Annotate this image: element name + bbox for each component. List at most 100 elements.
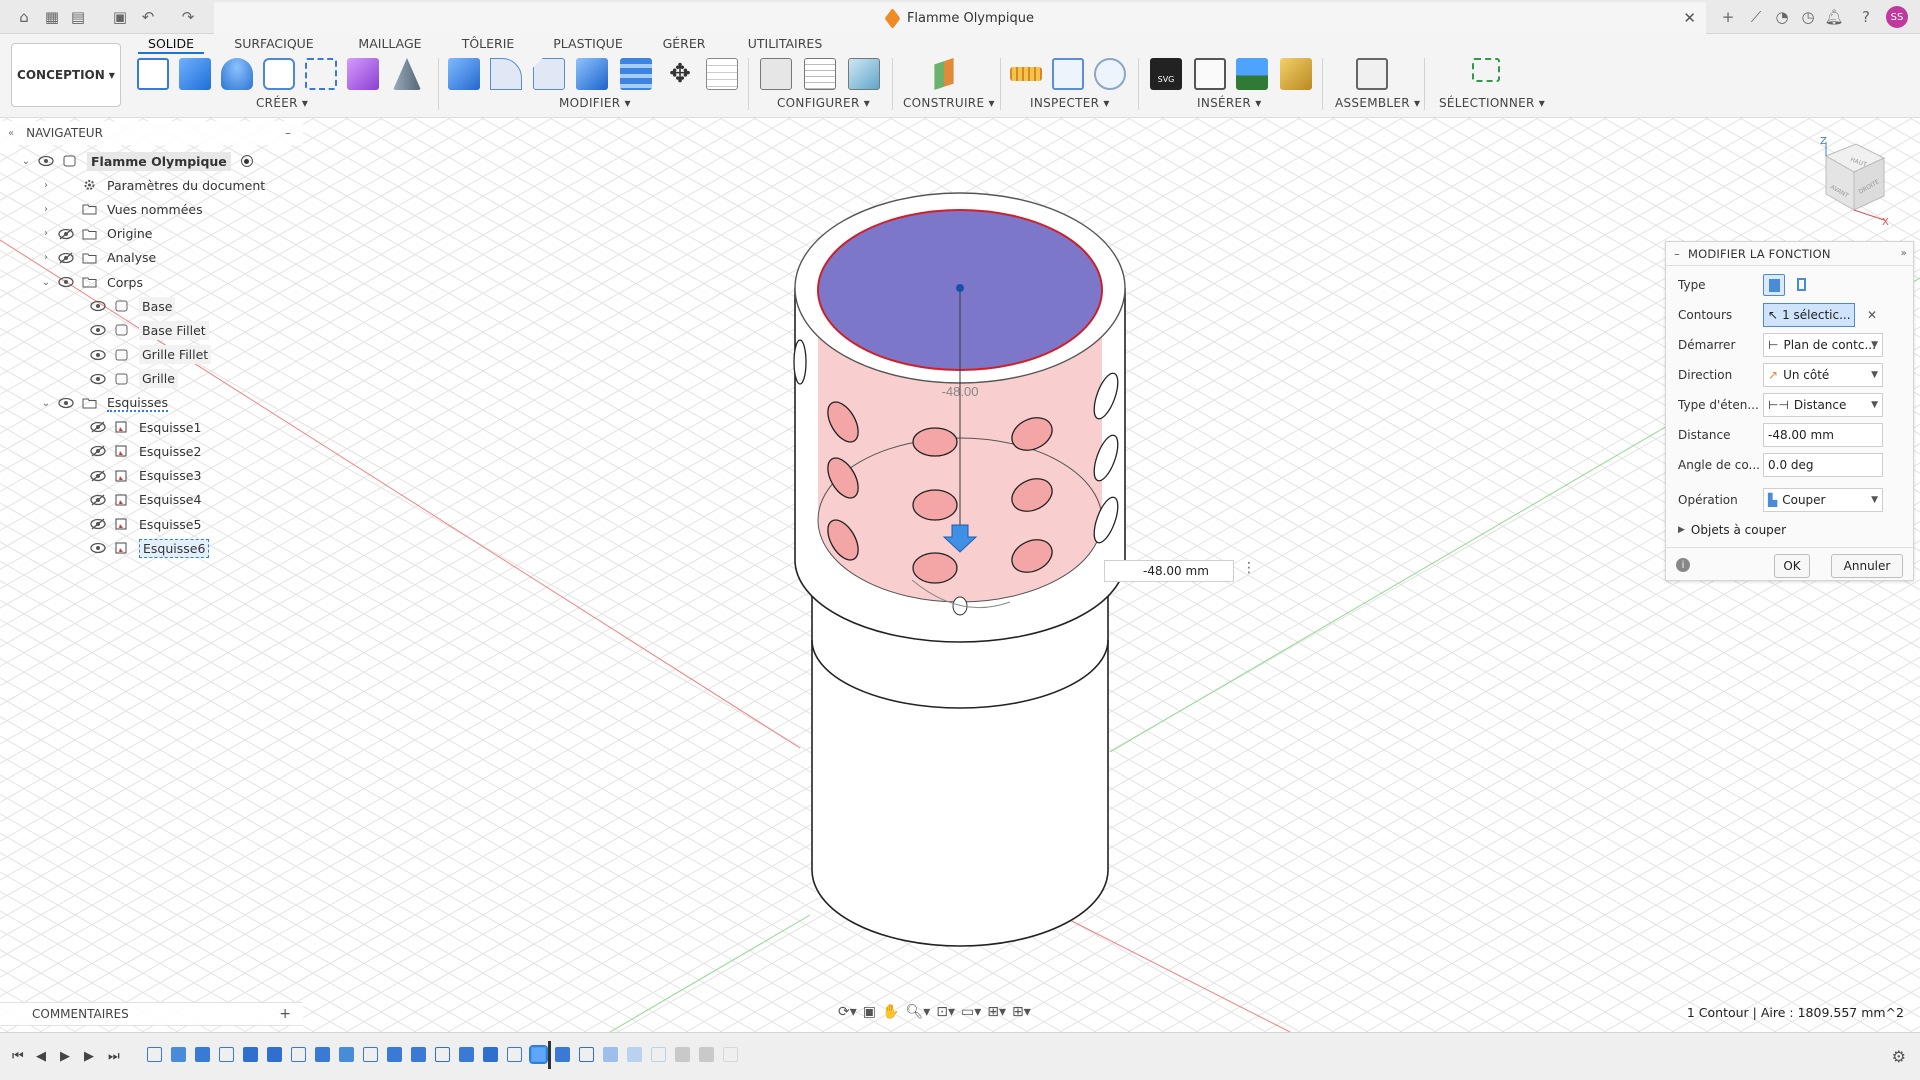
viewcube[interactable]: Z X HAUT AVANT DROITE [1808,134,1892,226]
timeline-feature-icon[interactable] [291,1047,306,1062]
visibility-eye-icon[interactable] [90,470,108,482]
navigator-item[interactable]: › Origine [40,222,152,246]
timeline-feature-icon[interactable] [579,1047,594,1062]
tab-solide[interactable]: SOLIDE [138,34,204,54]
group-selectionner[interactable]: SÉLECTIONNER ▾ [1439,96,1545,110]
expand-chevron-icon[interactable]: › [40,252,52,263]
group-configurer[interactable]: CONFIGURER ▾ [777,96,870,110]
timeline-feature-icon[interactable] [315,1047,330,1062]
navigator-item[interactable]: › Analyse [40,246,156,270]
clock-icon[interactable]: ◷ [1798,7,1818,27]
add-comment-icon[interactable]: + [279,1006,291,1022]
operation-dropdown[interactable]: ▙ Couper ▼ [1763,488,1883,512]
look-at-icon[interactable]: ▣ [863,1004,876,1020]
shell-icon[interactable] [576,58,608,90]
home-icon[interactable]: ⌂ [14,7,34,27]
more-options-icon[interactable]: ⋮ [1242,560,1256,576]
tab-gerer[interactable]: GÉRER [658,34,710,54]
expand-chevron-icon[interactable]: › [40,180,52,191]
timeline-prev-icon[interactable]: ◀ [36,1049,46,1064]
grid-settings-icon[interactable]: ⊞▾ [987,1004,1006,1020]
navigator-item[interactable]: › Paramètres du document [40,173,265,197]
insert-derive-icon[interactable] [1194,58,1226,90]
workspace-switcher[interactable]: CONCEPTION ▼ [11,43,121,107]
timeline-feature-icon[interactable] [363,1047,378,1062]
timeline-feature-icon[interactable] [411,1047,426,1062]
expand-objects-icon[interactable]: ▶ [1678,525,1685,535]
timeline-feature-icon[interactable] [555,1047,570,1062]
fit-icon[interactable]: ⊡▾ [936,1004,955,1020]
timeline-feature-icon[interactable] [627,1047,642,1062]
group-assembler[interactable]: ASSEMBLER ▾ [1335,96,1420,110]
navigator-item[interactable]: Esquisse6 [84,536,210,560]
configuration-table-icon[interactable] [804,58,836,90]
viewports-icon[interactable]: ⊞▾ [1012,1004,1031,1020]
info-icon[interactable]: i [1676,558,1690,572]
timeline-feature-icon[interactable] [195,1047,210,1062]
timeline-feature-icon[interactable] [171,1047,186,1062]
expand-chevron-icon[interactable]: ⌄ [40,277,52,288]
extrude-icon[interactable] [179,58,211,90]
navigator-item[interactable]: Esquisse3 [84,464,201,488]
collapse-panel-icon[interactable]: « [8,128,14,139]
timeline-marker[interactable] [548,1041,551,1069]
timeline-feature-icon[interactable] [723,1047,738,1062]
apps-grid-icon[interactable]: ▦ [42,7,62,27]
orbit-icon[interactable]: ⟳▾ [838,1004,857,1020]
timeline-play-icon[interactable]: ▶ [60,1049,70,1064]
timeline-feature-icon[interactable] [147,1047,162,1062]
create-form-icon[interactable] [347,58,379,90]
cancel-button[interactable]: Annuler [1831,554,1903,578]
expand-chevron-icon[interactable]: › [40,204,52,215]
display-settings-icon[interactable]: ▭▾ [961,1004,981,1020]
distance-input[interactable]: -48.00 mm [1763,423,1883,447]
tab-plastique[interactable]: PLASTIQUE [548,34,628,54]
timeline-feature-icon[interactable] [675,1047,690,1062]
move-icon[interactable]: ✥ [664,58,696,90]
extensions-icon[interactable]: ⟋ [1746,7,1766,27]
timeline-feature-icon[interactable] [507,1047,522,1062]
help-icon[interactable]: ? [1856,7,1876,27]
objects-to-cut-row[interactable]: ▶ Objets à couper [1678,517,1904,543]
timeline-feature-icon[interactable] [529,1045,548,1064]
timeline-feature-icon[interactable] [243,1047,258,1062]
contours-selection[interactable]: ↖ 1 sélectic... [1763,303,1855,327]
canvas-viewport[interactable]: -48.00 Z X HAUT AVANT DROITE -48.00 mm ⋮ [0,118,1920,1032]
job-status-icon[interactable]: ◔ [1772,7,1792,27]
document-tab[interactable]: Flamme Olympique ✕ [214,2,1706,34]
visibility-eye-icon[interactable] [90,324,108,336]
fillet-icon[interactable] [490,58,522,90]
visibility-eye-icon[interactable] [90,300,108,312]
hole-icon[interactable] [263,58,295,90]
insert-svg-icon[interactable]: SVG [1150,58,1182,90]
tab-tolerie[interactable]: TÔLERIE [456,34,520,54]
timeline-feature-icon[interactable] [483,1047,498,1062]
timeline-first-icon[interactable]: ⏮ [12,1049,24,1064]
timeline-settings-icon[interactable]: ⚙ [1892,1047,1906,1066]
expand-chevron-icon[interactable]: ⌄ [40,398,52,409]
visibility-eye-icon[interactable] [90,373,108,385]
timeline-feature-icon[interactable] [387,1047,402,1062]
timeline-next-icon[interactable]: ▶ [84,1049,94,1064]
section-analysis-icon[interactable] [1094,58,1126,90]
navigator-item[interactable]: Esquisse4 [84,488,201,512]
expand-dialog-icon[interactable]: » [1901,248,1907,259]
visibility-eye-icon[interactable] [90,349,108,361]
interference-icon[interactable] [1052,58,1084,90]
taper-angle-input[interactable]: 0.0 deg [1763,453,1883,477]
extent-type-dropdown[interactable]: ⊢⊣ Distance ▼ [1763,393,1883,417]
minimize-navigator-icon[interactable]: – [285,126,291,140]
visibility-eye-icon[interactable] [90,494,108,506]
configure-icon[interactable] [760,58,792,90]
visibility-eye-icon[interactable] [90,445,108,457]
pattern-icon[interactable] [305,58,337,90]
joint-icon[interactable] [1356,58,1388,90]
mirror-icon[interactable] [393,58,421,90]
tab-surfacique[interactable]: SURFACIQUE [228,34,320,54]
visibility-eye-icon[interactable] [38,155,56,167]
group-inserer[interactable]: INSÉRER ▾ [1197,96,1262,110]
timeline-feature-icon[interactable] [435,1047,450,1062]
insert-canvas-icon[interactable] [1236,58,1268,90]
visibility-eye-icon[interactable] [58,276,76,288]
theme-icon[interactable] [848,58,880,90]
